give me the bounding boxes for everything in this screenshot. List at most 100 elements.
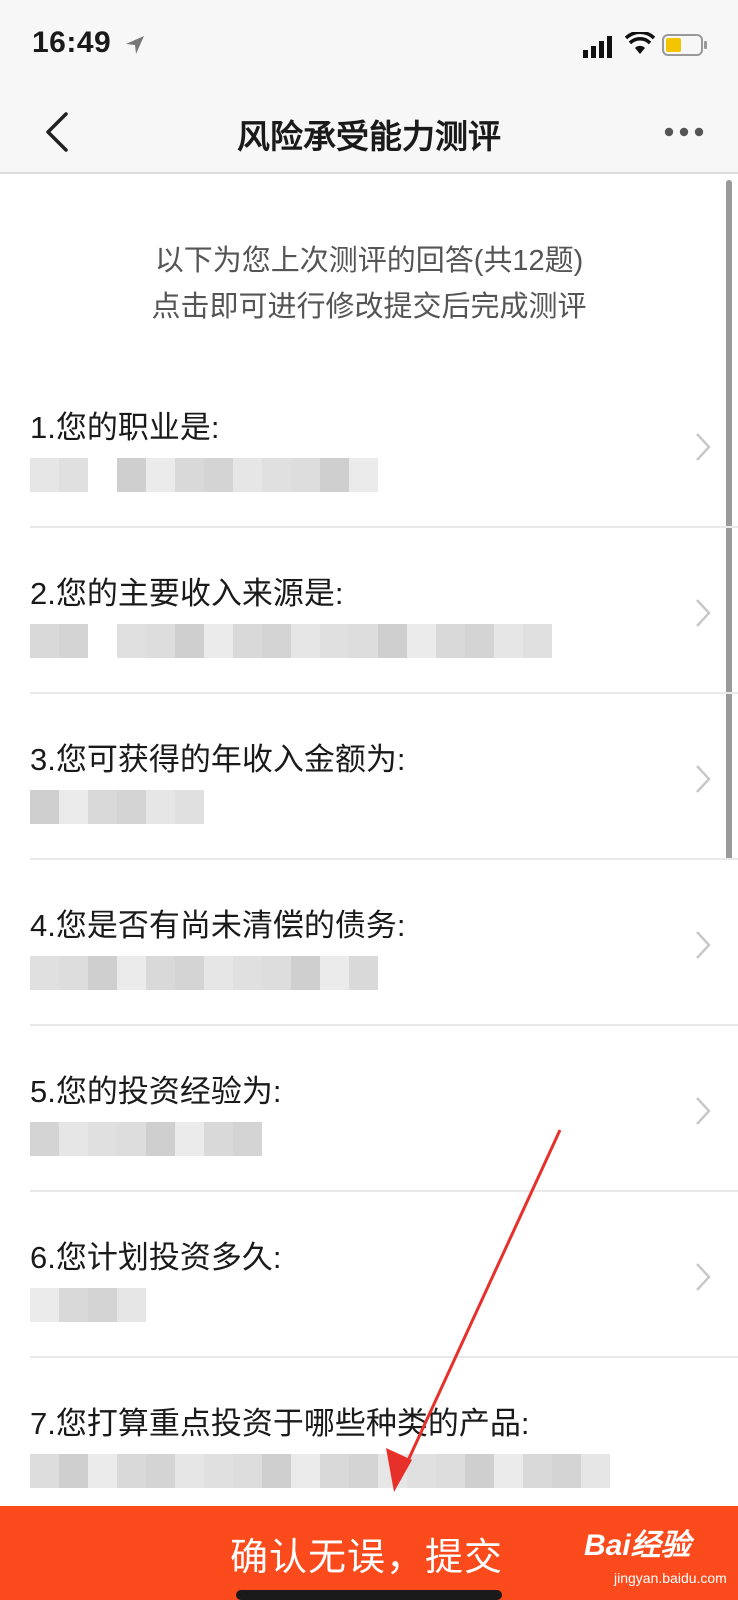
mosaic-block: [465, 1454, 494, 1488]
question-item[interactable]: 4.您是否有尚未清偿的债务:: [0, 860, 738, 1026]
watermark-url: jingyan.baidu.com: [614, 1570, 727, 1586]
mosaic-block: [320, 956, 349, 990]
mosaic-block: [88, 624, 117, 658]
mosaic-block: [88, 1288, 117, 1322]
answer-redacted: [30, 1454, 610, 1488]
mosaic-block: [146, 1122, 175, 1156]
mosaic-block: [291, 1454, 320, 1488]
mosaic-block: [117, 624, 146, 658]
mosaic-block: [320, 624, 349, 658]
chevron-right-icon: [696, 433, 711, 461]
mosaic-block: [378, 624, 407, 658]
question-item[interactable]: 3.您可获得的年收入金额为:: [0, 694, 738, 860]
mosaic-block: [204, 1122, 233, 1156]
mosaic-block: [407, 624, 436, 658]
mosaic-block: [436, 1454, 465, 1488]
mosaic-block: [59, 1122, 88, 1156]
mosaic-block: [407, 1454, 436, 1488]
chevron-right-icon: [696, 1263, 711, 1291]
answer-redacted: [30, 458, 378, 492]
answer-redacted: [30, 624, 552, 658]
mosaic-block: [117, 956, 146, 990]
mosaic-block: [523, 624, 552, 658]
status-time: 16:49: [32, 26, 112, 59]
mosaic-block: [117, 1454, 146, 1488]
question-item[interactable]: 2.您的主要收入来源是:: [0, 528, 738, 694]
mosaic-block: [30, 1122, 59, 1156]
mosaic-block: [59, 624, 88, 658]
mosaic-block: [349, 956, 378, 990]
wifi-icon: [625, 32, 655, 54]
mosaic-block: [320, 1454, 349, 1488]
mosaic-block: [30, 1288, 59, 1322]
question-item[interactable]: 5.您的投资经验为:: [0, 1026, 738, 1192]
mosaic-block: [378, 1454, 407, 1488]
mosaic-block: [175, 458, 204, 492]
mosaic-block: [30, 956, 59, 990]
mosaic-block: [88, 956, 117, 990]
question-title: 5.您的投资经验为:: [30, 1074, 282, 1109]
question-item[interactable]: 7.您打算重点投资于哪些种类的产品:: [0, 1358, 738, 1506]
mosaic-block: [494, 1454, 523, 1488]
chevron-right-icon: [696, 765, 711, 793]
mosaic-block: [233, 624, 262, 658]
mosaic-block: [88, 790, 117, 824]
mosaic-block: [465, 624, 494, 658]
mosaic-block: [59, 956, 88, 990]
home-indicator: [236, 1590, 502, 1600]
mosaic-block: [146, 624, 175, 658]
status-bar: 16:49: [0, 0, 738, 90]
question-title: 6.您计划投资多久:: [30, 1240, 282, 1275]
mosaic-block: [233, 1454, 262, 1488]
mosaic-block: [320, 458, 349, 492]
chevron-right-icon: [696, 1097, 711, 1125]
mosaic-block: [59, 458, 88, 492]
answer-redacted: [30, 956, 378, 990]
answer-redacted: [30, 1122, 262, 1156]
mosaic-block: [30, 624, 59, 658]
chevron-right-icon: [696, 931, 711, 959]
mosaic-block: [262, 956, 291, 990]
mosaic-block: [436, 624, 465, 658]
mosaic-block: [30, 1454, 59, 1488]
question-title: 7.您打算重点投资于哪些种类的产品:: [30, 1406, 530, 1441]
mosaic-block: [117, 790, 146, 824]
question-title: 4.您是否有尚未清偿的债务:: [30, 908, 406, 943]
more-options-icon[interactable]: [664, 124, 704, 140]
mosaic-block: [146, 790, 175, 824]
mosaic-block: [291, 624, 320, 658]
mosaic-block: [349, 624, 378, 658]
mosaic-block: [117, 458, 146, 492]
mosaic-block: [204, 1454, 233, 1488]
mosaic-block: [204, 956, 233, 990]
mosaic-block: [523, 1454, 552, 1488]
content-area[interactable]: 以下为您上次测评的回答(共12题) 点击即可进行修改提交后完成测评 1.您的职业…: [0, 176, 738, 1506]
question-item[interactable]: 1.您的职业是:: [0, 362, 738, 528]
mosaic-block: [291, 956, 320, 990]
mosaic-block: [494, 624, 523, 658]
battery-icon: [662, 34, 707, 56]
mosaic-block: [88, 1122, 117, 1156]
mosaic-block: [552, 1454, 581, 1488]
mosaic-block: [88, 458, 117, 492]
chevron-right-icon: [696, 599, 711, 627]
page-title: 风险承受能力测评: [237, 118, 501, 155]
mosaic-block: [262, 458, 291, 492]
mosaic-block: [146, 1454, 175, 1488]
answer-redacted: [30, 1288, 146, 1322]
mosaic-block: [349, 1454, 378, 1488]
intro-line-2: 点击即可进行修改提交后完成测评: [151, 291, 587, 323]
intro-line-1: 以下为您上次测评的回答(共12题): [154, 245, 584, 277]
mosaic-block: [204, 624, 233, 658]
mosaic-block: [204, 458, 233, 492]
question-title: 2.您的主要收入来源是:: [30, 576, 344, 611]
submit-button-label: 确认无误，提交: [230, 1537, 504, 1579]
mosaic-block: [233, 1122, 262, 1156]
mosaic-block: [262, 1454, 291, 1488]
mosaic-block: [175, 1454, 204, 1488]
question-title: 3.您可获得的年收入金额为:: [30, 742, 406, 777]
watermark-logo: Bai经验: [584, 1529, 691, 1562]
cellular-signal-icon: [583, 36, 612, 58]
question-item[interactable]: 6.您计划投资多久:: [0, 1192, 738, 1358]
mosaic-block: [262, 624, 291, 658]
